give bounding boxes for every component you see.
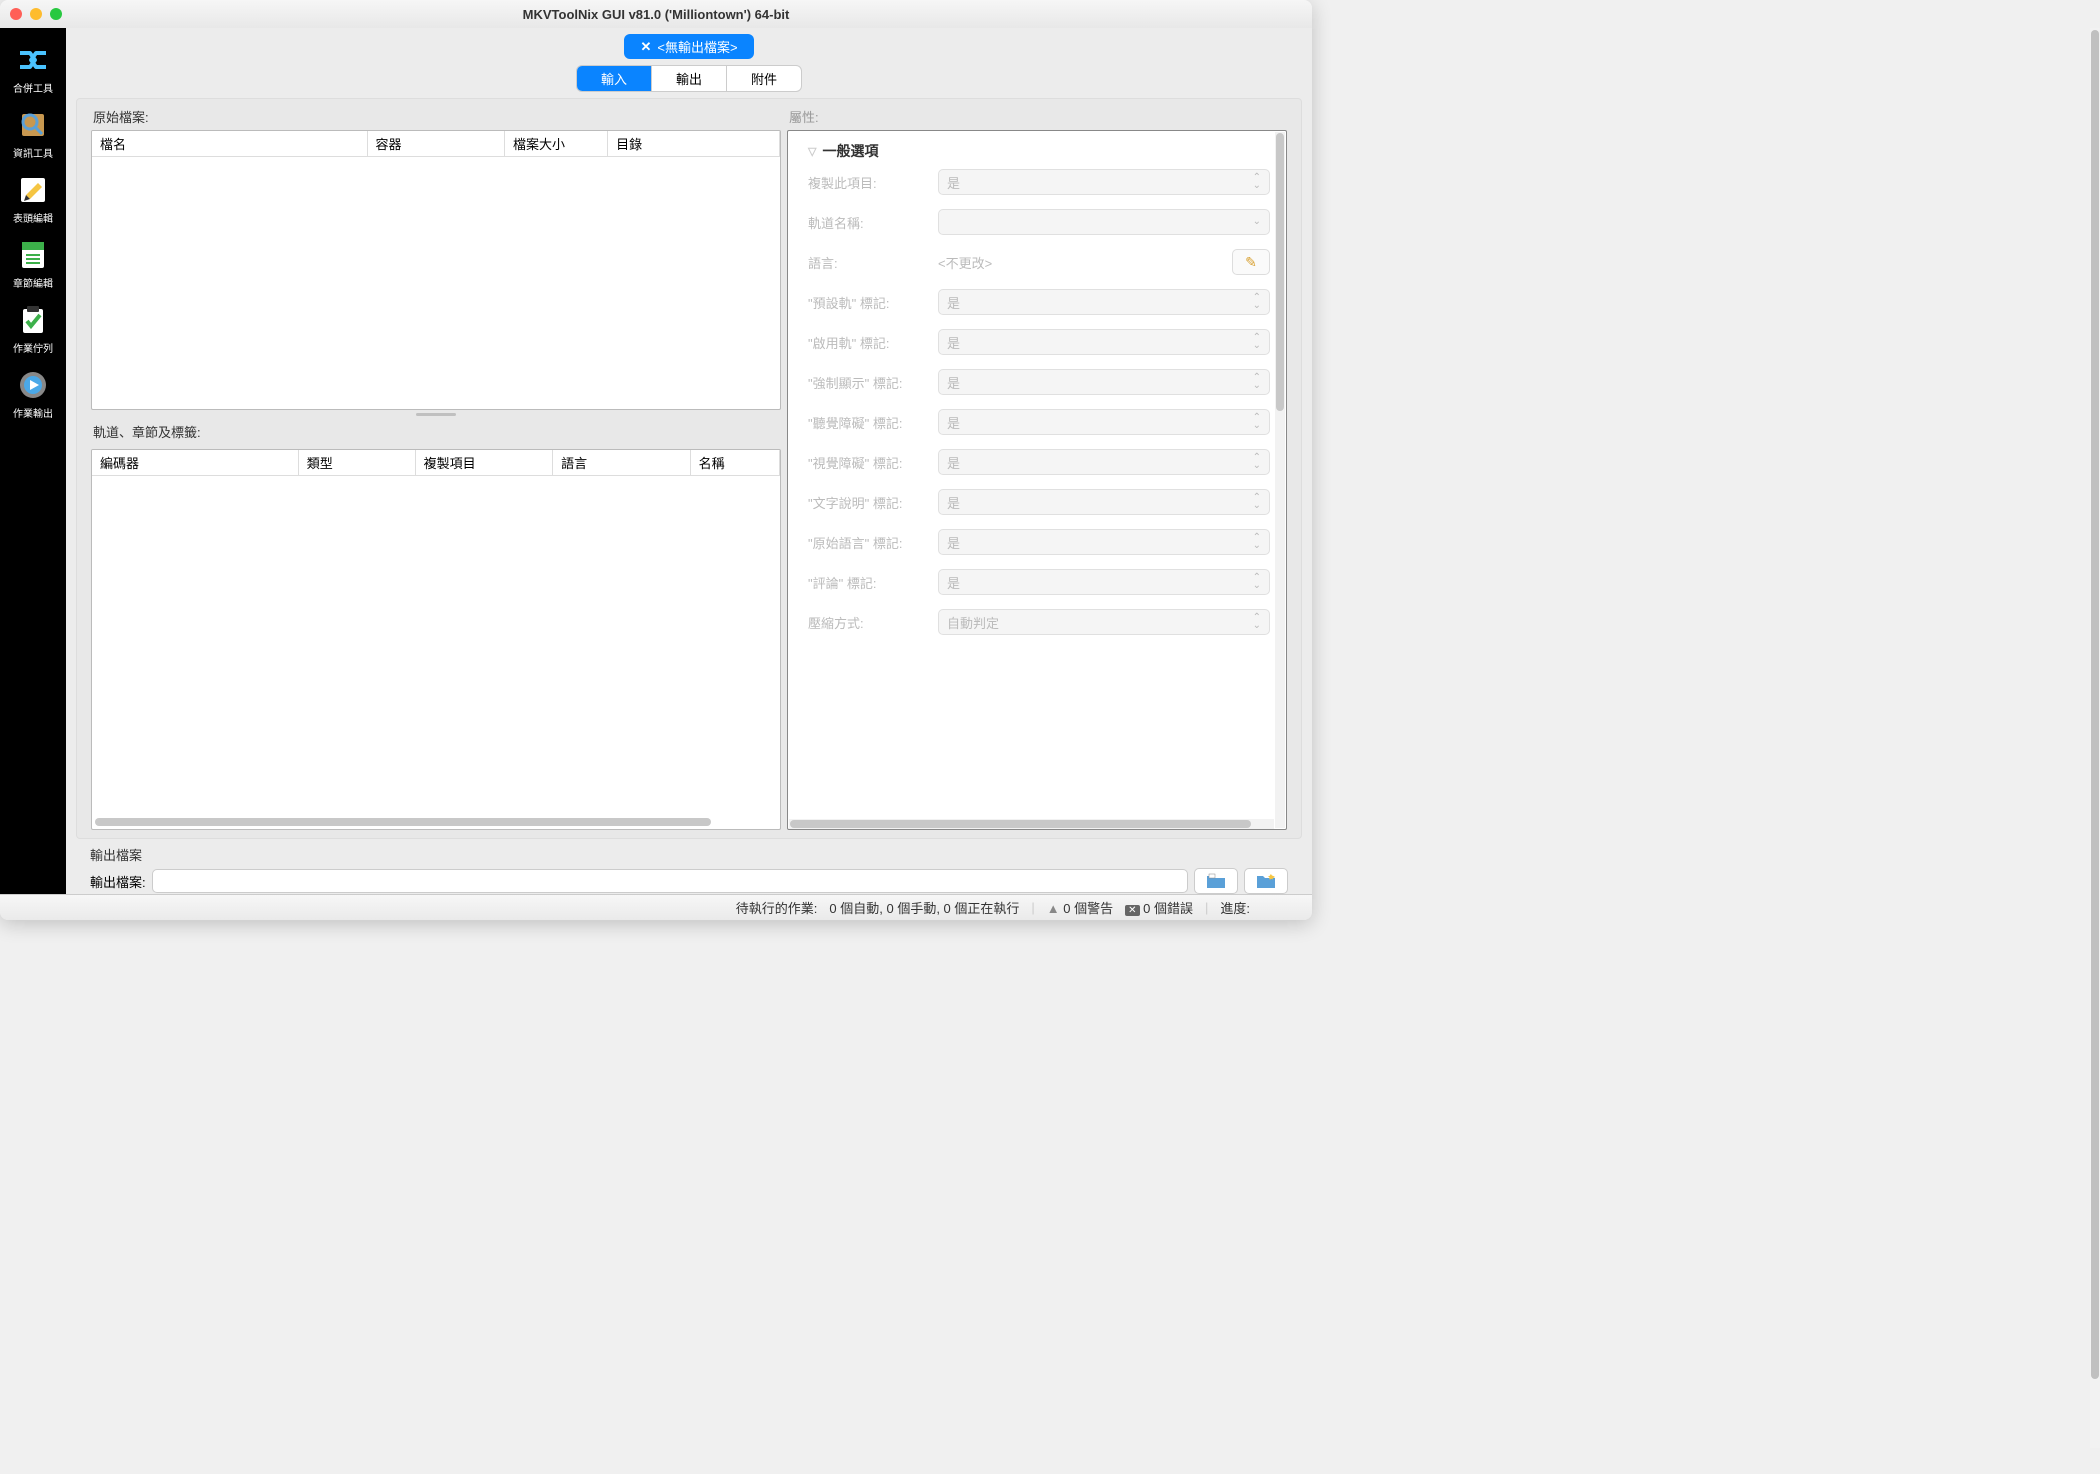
sidebar-item-label: 作業輸出	[13, 405, 53, 420]
col-container[interactable]: 容器	[367, 131, 505, 157]
col-filename[interactable]: 檔名	[92, 131, 367, 157]
sidebar-item-label: 章節編輯	[13, 275, 53, 290]
sidebar-item-label: 作業佇列	[13, 340, 53, 355]
tracks-table[interactable]: 編碼器 類型 複製項目 語言 名稱	[91, 449, 781, 830]
col-codec[interactable]: 編碼器	[92, 450, 298, 476]
sidebar-item-label: 合併工具	[13, 80, 53, 95]
window-title: MKVToolNix GUI v81.0 ('Milliontown') 64-…	[10, 7, 1302, 22]
vertical-scrollbar[interactable]	[1275, 132, 1285, 828]
prop-forced-label: "強制顯示" 標記:	[808, 373, 938, 392]
prop-trackname-label: 軌道名稱:	[808, 213, 938, 232]
recent-output-button[interactable]	[1244, 868, 1288, 894]
chapter-icon	[15, 237, 51, 273]
warnings-status[interactable]: ▲ 0 個警告	[1047, 898, 1113, 917]
sidebar-item-job-queue[interactable]: 作業佇列	[3, 296, 63, 361]
col-type[interactable]: 類型	[298, 450, 415, 476]
col-name[interactable]: 名稱	[690, 450, 779, 476]
visual-flag-select[interactable]: 是⌃⌄	[938, 449, 1270, 475]
info-icon	[15, 107, 51, 143]
sidebar-item-label: 表頭編輯	[13, 210, 53, 225]
tab-output[interactable]: 輸出	[652, 66, 727, 91]
sidebar-item-chapter-edit[interactable]: 章節編輯	[3, 231, 63, 296]
prop-visual-label: "視覺障礙" 標記:	[808, 453, 938, 472]
language-value: <不更改>	[938, 253, 1226, 272]
prop-default-label: "預設軌" 標記:	[808, 293, 938, 312]
prop-copy-label: 複製此項目:	[808, 173, 938, 192]
sidebar-item-merge[interactable]: 合併工具	[3, 36, 63, 101]
sidebar: 合併工具 資訊工具 表頭編輯 章節編輯	[0, 28, 66, 894]
horizontal-scrollbar[interactable]	[94, 817, 778, 827]
prop-language-label: 語言:	[808, 253, 938, 272]
pending-jobs-label: 待執行的作業:	[736, 898, 818, 917]
sidebar-item-label: 資訊工具	[13, 145, 53, 160]
merge-icon	[15, 42, 51, 78]
default-flag-select[interactable]: 是⌃⌄	[938, 289, 1270, 315]
col-directory[interactable]: 目錄	[608, 131, 780, 157]
general-options-header[interactable]: ▽ 一般選項	[808, 137, 1270, 169]
tab-input[interactable]: 輸入	[577, 66, 652, 91]
text-desc-flag-select[interactable]: 是⌃⌄	[938, 489, 1270, 515]
queue-icon	[15, 302, 51, 338]
compression-select[interactable]: 自動判定⌃⌄	[938, 609, 1270, 635]
output-file-input[interactable]	[152, 869, 1188, 893]
chevron-down-icon: ▽	[808, 145, 816, 158]
browse-output-button[interactable]	[1194, 868, 1238, 894]
properties-label: 屬性:	[787, 103, 1287, 130]
orig-lang-flag-select[interactable]: 是⌃⌄	[938, 529, 1270, 555]
edit-language-button[interactable]: ✎	[1232, 249, 1270, 275]
edit-icon	[15, 172, 51, 208]
errors-status[interactable]: ✕ 0 個錯誤	[1125, 898, 1193, 917]
properties-panel: ▽ 一般選項 複製此項目:是⌃⌄ 軌道名稱:⌄ 語言:<不更改>✎ "預設軌" …	[787, 130, 1287, 830]
enabled-flag-select[interactable]: 是⌃⌄	[938, 329, 1270, 355]
output-file-section-label: 輸出檔案	[90, 845, 1288, 864]
tracks-label: 軌道、章節及標籤:	[91, 418, 781, 445]
tab-attachments[interactable]: 附件	[727, 66, 801, 91]
output-file-label: 輸出檔案:	[90, 872, 146, 891]
minimize-window-button[interactable]	[30, 8, 42, 20]
prop-enabled-label: "啟用軌" 標記:	[808, 333, 938, 352]
forced-flag-select[interactable]: 是⌃⌄	[938, 369, 1270, 395]
progress-label: 進度:	[1220, 898, 1250, 917]
statusbar: 待執行的作業: 0 個自動, 0 個手動, 0 個正在執行 | ▲ 0 個警告 …	[0, 894, 1312, 920]
prop-origlang-label: "原始語言" 標記:	[808, 533, 938, 552]
job-output-icon	[15, 367, 51, 403]
source-files-table[interactable]: 檔名 容器 檔案大小 目錄	[91, 130, 781, 410]
file-tab-label: <無輸出檔案>	[657, 37, 737, 56]
maximize-window-button[interactable]	[50, 8, 62, 20]
hearing-flag-select[interactable]: 是⌃⌄	[938, 409, 1270, 435]
sidebar-item-info[interactable]: 資訊工具	[3, 101, 63, 166]
col-size[interactable]: 檔案大小	[505, 131, 608, 157]
source-files-label: 原始檔案:	[91, 103, 781, 130]
titlebar: MKVToolNix GUI v81.0 ('Milliontown') 64-…	[0, 0, 1312, 28]
col-language[interactable]: 語言	[553, 450, 691, 476]
splitter-handle[interactable]	[91, 410, 781, 418]
col-copy[interactable]: 複製項目	[415, 450, 553, 476]
sidebar-item-job-output[interactable]: 作業輸出	[3, 361, 63, 426]
commentary-flag-select[interactable]: 是⌃⌄	[938, 569, 1270, 595]
close-tab-button[interactable]: ✕	[640, 39, 651, 55]
sidebar-item-header-edit[interactable]: 表頭編輯	[3, 166, 63, 231]
segmented-control: 輸入 輸出 附件	[576, 65, 802, 92]
copy-item-select[interactable]: 是⌃⌄	[938, 169, 1270, 195]
horizontal-scrollbar[interactable]	[789, 819, 1274, 829]
track-name-input[interactable]: ⌄	[938, 209, 1270, 235]
file-tab[interactable]: ✕ <無輸出檔案>	[624, 34, 753, 59]
prop-compression-label: 壓縮方式:	[808, 613, 938, 632]
prop-hearing-label: "聽覺障礙" 標記:	[808, 413, 938, 432]
prop-commentary-label: "評論" 標記:	[808, 573, 938, 592]
main-content: ✕ <無輸出檔案> 輸入 輸出 附件 原始檔案: 檔名	[66, 28, 1312, 894]
prop-textdesc-label: "文字說明" 標記:	[808, 493, 938, 512]
pending-jobs-text: 0 個自動, 0 個手動, 0 個正在執行	[829, 898, 1019, 917]
close-window-button[interactable]	[10, 8, 22, 20]
